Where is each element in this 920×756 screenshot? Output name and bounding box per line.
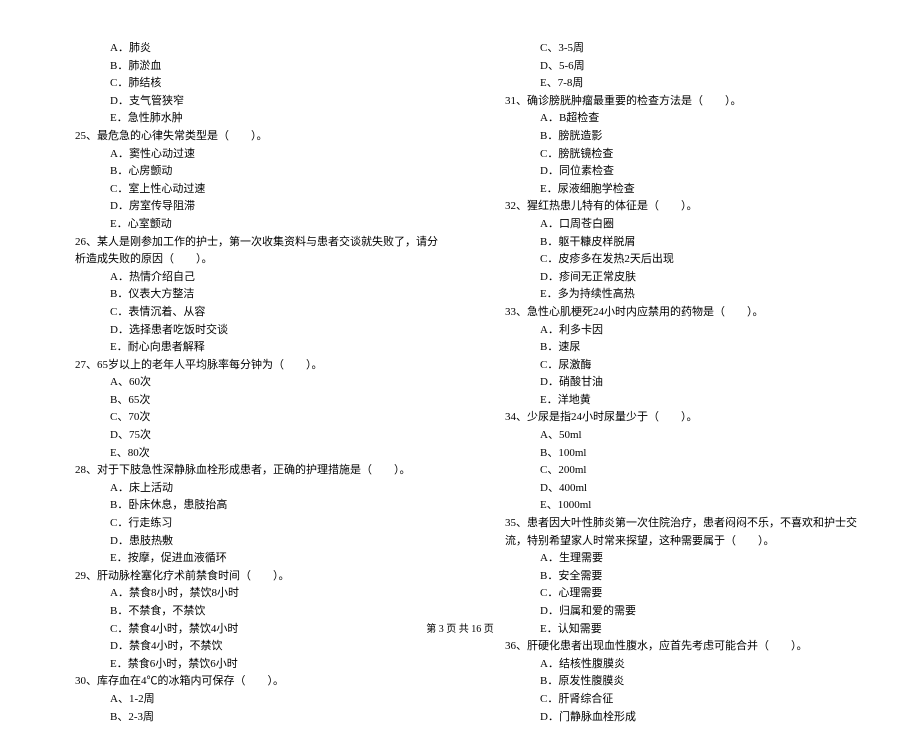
option: D．房室传导阻滞 bbox=[50, 198, 440, 216]
option: D．禁食4小时，不禁饮 bbox=[50, 638, 440, 656]
question-36: 36、肝硬化患者出现血性腹水，应首先考虑可能合并（ ）。 bbox=[480, 638, 870, 656]
option: D．门静脉血栓形成 bbox=[480, 709, 870, 727]
option: D、400ml bbox=[480, 480, 870, 498]
option: A、60次 bbox=[50, 374, 440, 392]
option: A．口周苍白圈 bbox=[480, 216, 870, 234]
option: C．肺结核 bbox=[50, 75, 440, 93]
question-25: 25、最危急的心律失常类型是（ ）。 bbox=[50, 128, 440, 146]
option: B．不禁食，不禁饮 bbox=[50, 603, 440, 621]
option: A．肺炎 bbox=[50, 40, 440, 58]
question-29: 29、肝动脉栓塞化疗术前禁食时间（ ）。 bbox=[50, 568, 440, 586]
option: A．生理需要 bbox=[480, 550, 870, 568]
option: E．耐心向患者解释 bbox=[50, 339, 440, 357]
option: B．膀胱造影 bbox=[480, 128, 870, 146]
option: B．卧床休息，患肢抬高 bbox=[50, 497, 440, 515]
option: A．结核性腹膜炎 bbox=[480, 656, 870, 674]
option: B．原发性腹膜炎 bbox=[480, 673, 870, 691]
page-footer: 第 3 页 共 16 页 bbox=[0, 620, 920, 635]
question-32: 32、猩红热患儿特有的体征是（ ）。 bbox=[480, 198, 870, 216]
question-28: 28、对于下肢急性深静脉血栓形成患者，正确的护理措施是（ ）。 bbox=[50, 462, 440, 480]
option: A、50ml bbox=[480, 427, 870, 445]
option: B．心房颤动 bbox=[50, 163, 440, 181]
question-35: 35、患者因大叶性肺炎第一次住院治疗，患者闷闷不乐，不喜欢和护士交流，特别希望家… bbox=[480, 515, 870, 550]
option: C．膀胱镜检查 bbox=[480, 146, 870, 164]
question-33: 33、急性心肌梗死24小时内应禁用的药物是（ ）。 bbox=[480, 304, 870, 322]
option: C．皮疹多在发热2天后出现 bbox=[480, 251, 870, 269]
option: B．安全需要 bbox=[480, 568, 870, 586]
option: C、200ml bbox=[480, 462, 870, 480]
option: E．心室颤动 bbox=[50, 216, 440, 234]
option: E．多为持续性高热 bbox=[480, 286, 870, 304]
question-26: 26、某人是刚参加工作的护士，第一次收集资料与患者交谈就失败了，请分析造成失败的… bbox=[50, 234, 440, 269]
option: A、1-2周 bbox=[50, 691, 440, 709]
option: E、7-8周 bbox=[480, 75, 870, 93]
option: E、80次 bbox=[50, 445, 440, 463]
option: D．选择患者吃饭时交谈 bbox=[50, 322, 440, 340]
option: B．躯干糠皮样脱屑 bbox=[480, 234, 870, 252]
option: A．热情介绍自己 bbox=[50, 269, 440, 287]
option: B．仪表大方整洁 bbox=[50, 286, 440, 304]
option: C．表情沉着、从容 bbox=[50, 304, 440, 322]
option: E．洋地黄 bbox=[480, 392, 870, 410]
option: E．急性肺水肿 bbox=[50, 110, 440, 128]
page-content: A．肺炎 B．肺淤血 C．肺结核 D．支气管狭窄 E．急性肺水肿 25、最危急的… bbox=[0, 0, 920, 756]
option: B．肺淤血 bbox=[50, 58, 440, 76]
option: B、100ml bbox=[480, 445, 870, 463]
option: E、1000ml bbox=[480, 497, 870, 515]
question-30: 30、库存血在4℃的冰箱内可保存（ ）。 bbox=[50, 673, 440, 691]
option: E．尿液细胞学检查 bbox=[480, 181, 870, 199]
option: A．窦性心动过速 bbox=[50, 146, 440, 164]
option: D．归属和爱的需要 bbox=[480, 603, 870, 621]
option: D、75次 bbox=[50, 427, 440, 445]
option: A．B超检查 bbox=[480, 110, 870, 128]
question-27: 27、65岁以上的老年人平均脉率每分钟为（ ）。 bbox=[50, 357, 440, 375]
option: B．速尿 bbox=[480, 339, 870, 357]
option: C．室上性心动过速 bbox=[50, 181, 440, 199]
option: C．尿激酶 bbox=[480, 357, 870, 375]
option: A．床上活动 bbox=[50, 480, 440, 498]
option: D．同位素检查 bbox=[480, 163, 870, 181]
option: D、5-6周 bbox=[480, 58, 870, 76]
option: C．行走练习 bbox=[50, 515, 440, 533]
option: C、70次 bbox=[50, 409, 440, 427]
option: C．肝肾综合征 bbox=[480, 691, 870, 709]
option: B、2-3周 bbox=[50, 709, 440, 727]
option: D．患肢热敷 bbox=[50, 533, 440, 551]
option: D．疹间无正常皮肤 bbox=[480, 269, 870, 287]
option: C、3-5周 bbox=[480, 40, 870, 58]
question-34: 34、少尿是指24小时尿量少于（ ）。 bbox=[480, 409, 870, 427]
option: D．支气管狭窄 bbox=[50, 93, 440, 111]
option: E．按摩，促进血液循环 bbox=[50, 550, 440, 568]
option: D．硝酸甘油 bbox=[480, 374, 870, 392]
option: A．利多卡因 bbox=[480, 322, 870, 340]
question-31: 31、确诊膀胱肿瘤最重要的检查方法是（ ）。 bbox=[480, 93, 870, 111]
option: E．禁食6小时，禁饮6小时 bbox=[50, 656, 440, 674]
option: A．禁食8小时，禁饮8小时 bbox=[50, 585, 440, 603]
option: B、65次 bbox=[50, 392, 440, 410]
option: C．心理需要 bbox=[480, 585, 870, 603]
